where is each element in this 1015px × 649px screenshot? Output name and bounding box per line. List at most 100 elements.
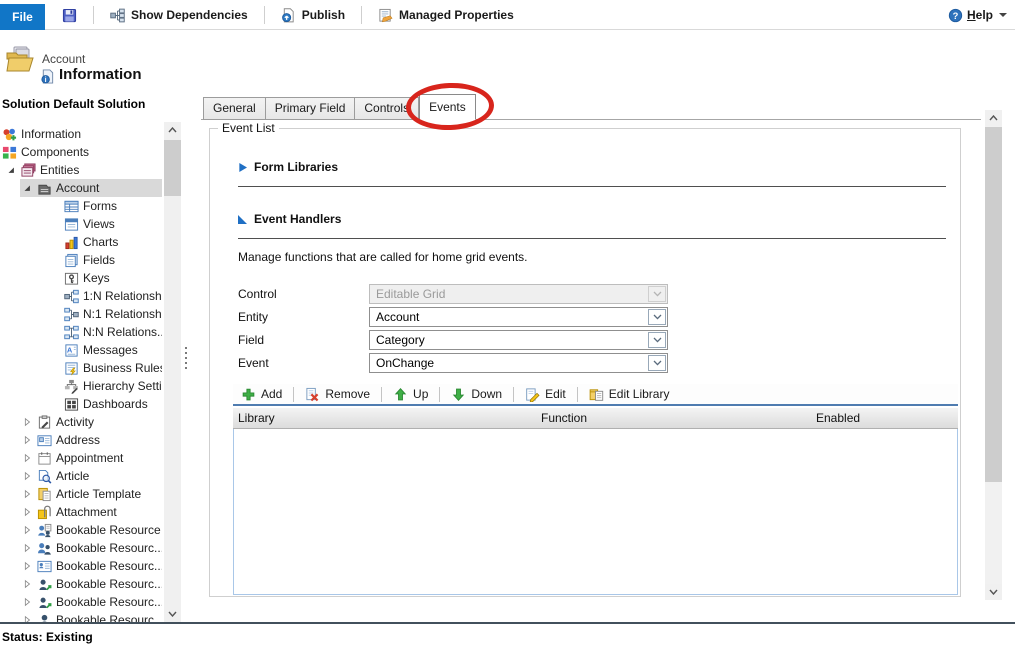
section-form-libraries[interactable]: Form Libraries: [254, 160, 338, 174]
address-icon: [37, 433, 52, 448]
tree-item-bookable-resourc[interactable]: Bookable Resourc...: [0, 539, 162, 557]
tree-item-attachment[interactable]: Attachment: [0, 503, 162, 521]
button-label: Add: [261, 387, 282, 401]
toolbar-separator: [93, 6, 94, 24]
section-event-handlers[interactable]: Event Handlers: [254, 212, 341, 226]
scroll-up-icon[interactable]: [164, 122, 181, 138]
toolbar-actions: Show Dependencies Publish Managed Properti…: [56, 0, 520, 30]
edit-library-button[interactable]: Edit Library: [581, 384, 678, 404]
tree-item-label: Charts: [83, 235, 118, 249]
expand-arrow-icon[interactable]: [20, 615, 33, 622]
tree-item-article[interactable]: Article: [0, 467, 162, 485]
expand-triangle-icon[interactable]: [238, 163, 247, 172]
tree-item-address[interactable]: Address: [0, 431, 162, 449]
tree-item-bookable-resourc[interactable]: Bookable Resourc...: [0, 611, 162, 622]
expand-arrow-icon[interactable]: [20, 471, 33, 481]
down-button[interactable]: Down: [443, 384, 510, 404]
expand-arrow-icon[interactable]: [20, 597, 33, 607]
scroll-down-icon[interactable]: [164, 606, 181, 622]
expand-arrow-icon[interactable]: [20, 453, 33, 463]
add-button[interactable]: Add: [233, 384, 290, 404]
expand-arrow-icon[interactable]: [20, 579, 33, 589]
tree-item-dashboards[interactable]: Dashboards: [0, 395, 162, 413]
tree-item-entities[interactable]: Entities: [0, 161, 162, 179]
tree-item-bookable-resource[interactable]: Bookable Resource: [0, 521, 162, 539]
tree-item-bookable-resourc[interactable]: Bookable Resourc...: [0, 557, 162, 575]
event-select[interactable]: OnChange: [369, 353, 668, 373]
scroll-down-icon[interactable]: [985, 584, 1002, 600]
tab-general[interactable]: General: [203, 97, 266, 120]
tree-item-information[interactable]: Information: [0, 125, 162, 143]
scrollbar-thumb[interactable]: [985, 127, 1002, 482]
tree-item-label: Appointment: [56, 451, 123, 465]
tab-primary-field[interactable]: Primary Field: [266, 97, 356, 120]
tree-item-label: Dashboards: [83, 397, 148, 411]
expand-arrow-icon[interactable]: [20, 489, 33, 499]
splitter-handle[interactable]: [185, 344, 189, 372]
tree-item-keys[interactable]: Keys: [0, 269, 162, 287]
expand-arrow-icon[interactable]: [20, 543, 33, 553]
tree-item-messages[interactable]: AMessages: [0, 341, 162, 359]
tree-item-n-1-relationsh[interactable]: N:1 Relationsh...: [0, 305, 162, 323]
tree-item-account[interactable]: Account: [0, 179, 162, 197]
tab-events[interactable]: Events: [419, 94, 476, 120]
expand-arrow-icon[interactable]: [20, 507, 33, 517]
save-button[interactable]: [56, 6, 83, 25]
button-label: Edit: [545, 387, 566, 401]
expand-arrow-icon[interactable]: [20, 417, 33, 427]
tree-item-charts[interactable]: Charts: [0, 233, 162, 251]
tree-item-fields[interactable]: Fields: [0, 251, 162, 269]
field-label-control: Control: [238, 287, 277, 301]
publish-button[interactable]: Publish: [275, 6, 351, 25]
field-select[interactable]: Category: [369, 330, 668, 350]
edit-button[interactable]: Edit: [517, 384, 574, 404]
tab-controls[interactable]: Controls: [355, 97, 419, 120]
expand-arrow-icon[interactable]: [20, 435, 33, 445]
main-scrollbar[interactable]: [985, 110, 1002, 600]
collapse-triangle-icon[interactable]: [238, 215, 247, 224]
remove-button[interactable]: Remove: [297, 384, 378, 404]
tree-item-label: Messages: [83, 343, 138, 357]
sidebar-scrollbar[interactable]: [164, 122, 181, 622]
tree-item-views[interactable]: Views: [0, 215, 162, 233]
sidebar-title: Solution Default Solution: [2, 97, 145, 111]
tree-item-label: Article Template: [56, 487, 141, 501]
up-button[interactable]: Up: [385, 384, 436, 404]
help-icon: ?: [948, 8, 963, 23]
selected-value: Editable Grid: [376, 287, 445, 301]
entity-editor-pane: GeneralPrimary FieldControlsEvents Event…: [200, 90, 1015, 622]
scrollbar-thumb[interactable]: [164, 140, 181, 196]
collapse-arrow-icon[interactable]: [4, 165, 17, 175]
charts-icon: [64, 235, 79, 250]
information-icon: [2, 127, 17, 142]
scroll-up-icon[interactable]: [985, 110, 1002, 126]
chevron-down-icon[interactable]: [648, 332, 666, 348]
help-button[interactable]: ? Help: [948, 0, 1007, 30]
tree-item-components[interactable]: Components: [0, 143, 162, 161]
show-dependencies-button[interactable]: Show Dependencies: [104, 6, 254, 25]
expand-arrow-icon[interactable]: [20, 525, 33, 535]
collapse-arrow-icon[interactable]: [20, 183, 33, 193]
chevron-down-icon[interactable]: [648, 309, 666, 325]
tree-item-bookable-resourc[interactable]: Bookable Resourc...: [0, 593, 162, 611]
bookable-resource-arrow-icon: [37, 577, 52, 592]
selected-value: Account: [376, 310, 419, 324]
tree-item-label: Bookable Resource: [56, 523, 161, 537]
selected-value: OnChange: [376, 356, 434, 370]
tree-item-1-n-relationsh[interactable]: 1:N Relationsh...: [0, 287, 162, 305]
bookable-resource-icon: [37, 523, 52, 538]
tree-item-hierarchy-setti[interactable]: Hierarchy Setti...: [0, 377, 162, 395]
handlers-table-body[interactable]: [233, 429, 958, 595]
tree-item-article-template[interactable]: Article Template: [0, 485, 162, 503]
expand-arrow-icon[interactable]: [20, 561, 33, 571]
entity-select[interactable]: Account: [369, 307, 668, 327]
managed-properties-button[interactable]: Managed Properties: [372, 6, 520, 25]
tree-item-activity[interactable]: Activity: [0, 413, 162, 431]
tree-item-bookable-resourc[interactable]: Bookable Resourc...: [0, 575, 162, 593]
tree-item-appointment[interactable]: Appointment: [0, 449, 162, 467]
tree-item-business-rules[interactable]: Business Rules: [0, 359, 162, 377]
chevron-down-icon[interactable]: [648, 355, 666, 371]
tree-item-n-n-relations[interactable]: N:N Relations...: [0, 323, 162, 341]
tree-item-forms[interactable]: Forms: [0, 197, 162, 215]
file-tab[interactable]: File: [0, 4, 45, 30]
